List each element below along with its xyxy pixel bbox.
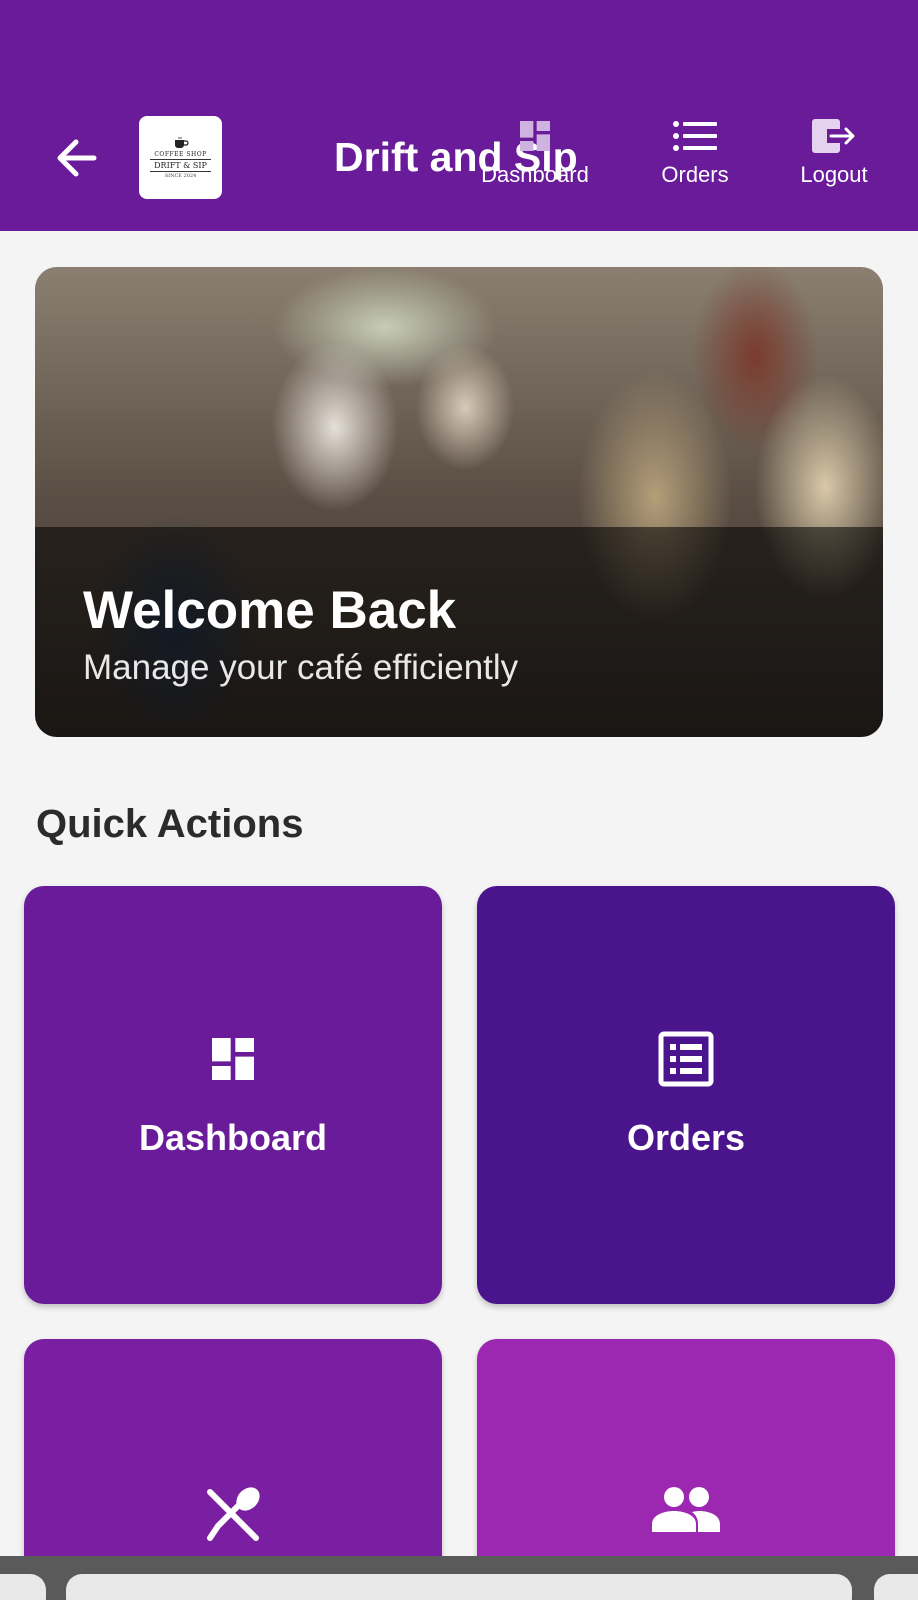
dashboard-icon [212, 1038, 254, 1080]
hero-subtitle: Manage your café efficiently [83, 648, 519, 687]
list-icon [673, 121, 717, 151]
people-icon [652, 1487, 720, 1532]
logo-top-text: COFFEE SHOP [154, 150, 207, 158]
app-logo: COFFEE SHOP DRIFT & SIP SINCE 2024 [139, 116, 222, 199]
dashboard-icon [520, 121, 550, 151]
bottom-system-bar [0, 1556, 918, 1600]
utensils-icon [207, 1487, 260, 1541]
orders-card[interactable]: Orders [477, 886, 895, 1304]
hero-title: Welcome Back [83, 581, 457, 640]
bottom-pill-right[interactable] [874, 1574, 918, 1600]
nav-logout[interactable]: Logout [784, 116, 884, 188]
arrow-left-icon [57, 139, 97, 177]
nav-dashboard[interactable]: Dashboard [470, 116, 600, 188]
nav-logout-label: Logout [800, 162, 868, 187]
nav-orders-label: Orders [661, 162, 729, 187]
app-bar: COFFEE SHOP DRIFT & SIP SINCE 2024 Drift… [0, 0, 918, 231]
logout-icon [812, 119, 855, 153]
bottom-pill-main[interactable] [66, 1574, 852, 1600]
nav-orders[interactable]: Orders [640, 116, 750, 188]
quick-actions-title: Quick Actions [36, 802, 304, 846]
orders-list-icon [658, 1031, 714, 1087]
hero-banner: Welcome Back Manage your café efficientl… [35, 267, 883, 737]
coffee-cup-icon [174, 136, 189, 148]
logo-bottom-text: SINCE 2024 [164, 172, 197, 179]
bottom-pill-left[interactable] [0, 1574, 46, 1600]
dashboard-card[interactable]: Dashboard [24, 886, 442, 1304]
logo-brand-text: DRIFT & SIP [150, 158, 211, 172]
nav-dashboard-label: Dashboard [481, 162, 589, 187]
dashboard-card-label: Dashboard [138, 1117, 328, 1158]
back-button[interactable] [48, 130, 104, 186]
orders-card-label: Orders [626, 1117, 746, 1158]
